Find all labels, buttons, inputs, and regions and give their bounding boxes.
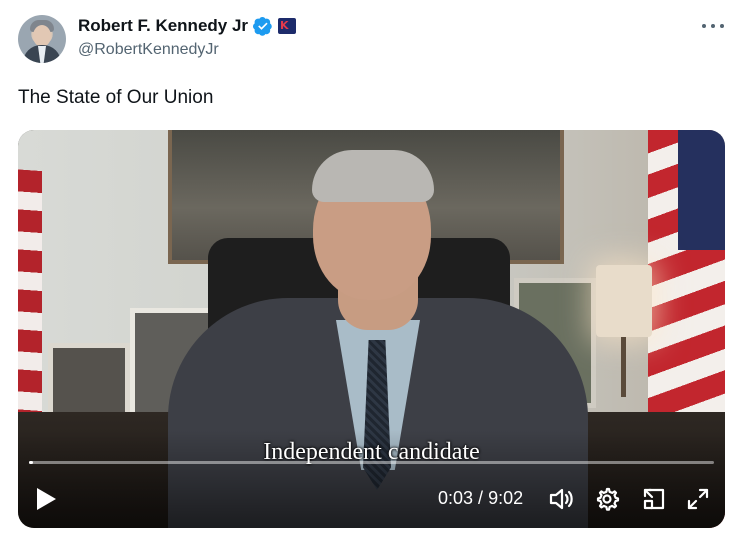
author-name-row: Robert F. Kennedy Jr K: [78, 15, 297, 37]
picture-in-picture-icon[interactable]: [641, 486, 667, 512]
verified-check-icon: [253, 17, 272, 36]
video-player[interactable]: Independent candidate 0:03 / 9:02: [18, 130, 725, 528]
author-avatar[interactable]: [18, 15, 66, 63]
kennedy-campaign-badge-icon[interactable]: K: [278, 18, 297, 34]
tweet-text: The State of Our Union: [18, 87, 214, 108]
volume-icon[interactable]: [548, 486, 574, 512]
video-duration: 9:02: [488, 488, 524, 508]
author-display-name[interactable]: Robert F. Kennedy Jr: [78, 16, 248, 36]
settings-gear-icon[interactable]: [594, 486, 620, 512]
video-time-separator: /: [473, 488, 489, 508]
video-time-readout: 0:03 / 9:02: [438, 488, 523, 509]
play-icon[interactable]: [34, 486, 58, 512]
fullscreen-icon[interactable]: [685, 486, 711, 512]
author-handle[interactable]: @RobertKennedyJr: [78, 41, 219, 59]
video-progress-bar[interactable]: [29, 461, 714, 464]
video-progress-fill: [29, 461, 34, 464]
video-current-time: 0:03: [438, 488, 474, 508]
more-options-icon[interactable]: [702, 16, 724, 36]
